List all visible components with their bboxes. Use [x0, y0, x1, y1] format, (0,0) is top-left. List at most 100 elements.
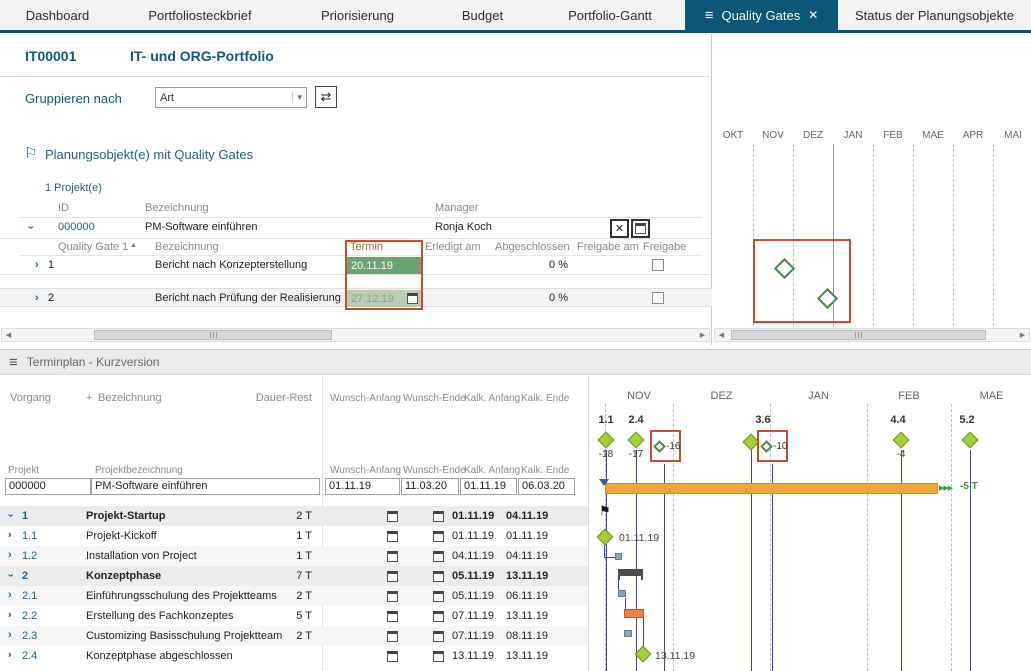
task-row[interactable]: › 1.1 Projekt-Kickoff 1 T 01.11.19 01.11…	[0, 526, 588, 546]
milestone-diamond[interactable]	[962, 432, 979, 449]
quality-gates-panel: IT00001 IT- und ORG-Portfolio Gruppieren…	[0, 34, 712, 345]
chevron-expanded-icon[interactable]: ›	[24, 226, 35, 230]
scrollbar-thumb[interactable]	[731, 330, 986, 340]
calendar-icon[interactable]	[387, 631, 398, 642]
task-number: 2.3	[22, 630, 37, 642]
tab-budget[interactable]: Budget	[430, 0, 535, 30]
tab-priorisierung[interactable]: Priorisierung	[285, 0, 430, 30]
menu-icon[interactable]: ≡	[9, 355, 18, 370]
chevron-collapsed-icon[interactable]: ›	[8, 650, 12, 661]
chevron-collapsed-icon[interactable]: ›	[8, 550, 12, 561]
month-label: OKT	[713, 130, 753, 141]
scrollbar-thumb[interactable]	[94, 330, 332, 340]
calendar-icon[interactable]	[433, 531, 444, 542]
milestone-diamond[interactable]	[760, 440, 773, 453]
milestone-diamond[interactable]	[598, 432, 615, 449]
schedule-panel-header[interactable]: ≡ Terminplan - Kurzversion	[0, 349, 1031, 375]
task-row[interactable]: › 2.4 Konzeptphase abgeschlossen 13.11.1…	[0, 646, 588, 666]
task-milestone-diamond[interactable]	[635, 646, 652, 663]
calendar-icon[interactable]	[387, 611, 398, 622]
task-row[interactable]: › 2.2 Erstellung des Fachkonzeptes 5 T 0…	[0, 606, 588, 626]
milestone-line	[664, 464, 665, 671]
col-kalk-anfang: Kalk. Anfang	[464, 465, 520, 476]
group-by-select[interactable]: Art ▾	[155, 87, 307, 108]
menu-icon[interactable]: ≡	[705, 8, 714, 23]
task-milestone-diamond[interactable]	[597, 529, 614, 546]
chevron-collapsed-icon[interactable]: ›	[8, 530, 12, 541]
milestone-value: -16	[666, 441, 680, 452]
task-row[interactable]: › 1 Projekt-Startup 2 T 01.11.19 04.11.1…	[0, 506, 588, 526]
phase-summary-bar[interactable]	[618, 569, 643, 576]
calendar-icon[interactable]	[433, 631, 444, 642]
gate-name: Bericht nach Prüfung der Realisierung	[155, 292, 341, 304]
scroll-right-icon[interactable]: ▶	[696, 330, 709, 340]
close-icon[interactable]: ✕	[808, 9, 818, 21]
col-gate-name: Bezeichnung	[155, 241, 219, 253]
task-row[interactable]: › 2.1 Einführungsschulung des Projekttea…	[0, 586, 588, 606]
schedule-panel-title: Terminplan - Kurzversion	[27, 355, 160, 369]
project-id-cell[interactable]: 000000	[5, 478, 91, 495]
chevron-expanded-icon[interactable]: ›	[4, 574, 15, 578]
calendar-icon[interactable]	[387, 591, 398, 602]
tab-status-planungsobjekte[interactable]: Status der Planungsobjekte	[838, 0, 1031, 30]
calendar-icon[interactable]	[433, 651, 444, 662]
calendar-icon[interactable]	[387, 551, 398, 562]
release-checkbox[interactable]	[652, 259, 664, 271]
task-bar[interactable]	[624, 630, 632, 637]
month-label: NOV	[605, 390, 673, 402]
tab-portfolio-gantt[interactable]: Portfolio-Gantt	[535, 0, 685, 30]
portfolio-title: IT- und ORG-Portfolio	[130, 48, 274, 64]
calc-start: 01.11.19	[452, 530, 494, 542]
task-row[interactable]: › 1.2 Installation von Project 1 T 04.11…	[0, 546, 588, 566]
horizontal-scrollbar[interactable]: ◀ ▶	[1, 328, 710, 342]
application-window: Dashboard Portfoliosteckbrief Priorisier…	[0, 0, 1031, 671]
calc-start-cell[interactable]: 01.11.19	[460, 478, 517, 495]
task-row[interactable]: › 2 Konzeptphase 7 T 05.11.19 13.11.19	[0, 566, 588, 586]
task-bar-critical[interactable]	[624, 609, 644, 618]
project-row[interactable]: › 000000 PM-Software einführen Ronja Koc…	[0, 218, 712, 239]
scroll-left-icon[interactable]: ◀	[2, 330, 15, 340]
scroll-left-icon[interactable]: ◀	[715, 330, 728, 340]
project-bar[interactable]	[605, 483, 938, 494]
calendar-icon[interactable]	[387, 531, 398, 542]
task-bar[interactable]	[618, 590, 626, 597]
milestone-diamond[interactable]	[893, 432, 910, 449]
col-wunsch-ende: Wunsch-Ende	[403, 465, 466, 476]
milestone-diamond[interactable]	[653, 440, 666, 453]
calendar-icon[interactable]	[387, 651, 398, 662]
calendar-button[interactable]	[631, 219, 650, 238]
calendar-icon[interactable]	[433, 511, 444, 522]
chevron-expanded-icon[interactable]: ›	[4, 514, 15, 518]
task-row[interactable]: › 2.3 Customizing Basisschulung Projektt…	[0, 626, 588, 646]
project-name-cell[interactable]: PM-Software einführen	[91, 478, 320, 495]
task-bar[interactable]	[615, 553, 622, 560]
req-end-cell[interactable]: 11.03.20	[401, 478, 459, 495]
calendar-icon[interactable]	[387, 571, 398, 582]
chevron-collapsed-icon[interactable]: ›	[8, 610, 12, 621]
tab-quality-gates[interactable]: ≡ Quality Gates ✕	[685, 0, 838, 30]
milestone-diamond[interactable]	[628, 432, 645, 449]
horizontal-scrollbar[interactable]: ◀ ▶	[714, 328, 1030, 342]
col-wunsch-anfang: Wunsch-Anfang	[330, 465, 401, 476]
calendar-icon[interactable]	[433, 591, 444, 602]
refresh-grouping-button[interactable]: ⇄	[315, 86, 337, 108]
chevron-collapsed-icon[interactable]: ›	[8, 630, 12, 641]
req-start-cell[interactable]: 01.11.19	[325, 478, 400, 495]
calendar-icon[interactable]	[387, 511, 398, 522]
chevron-collapsed-icon[interactable]: ›	[35, 293, 39, 304]
remove-button[interactable]: ✕	[610, 219, 629, 238]
calc-start: 01.11.19	[452, 510, 494, 522]
scroll-right-icon[interactable]: ▶	[1016, 330, 1029, 340]
sort-indicator[interactable]: 1	[122, 241, 128, 253]
chevron-down-icon: ▾	[292, 92, 302, 103]
calendar-icon[interactable]	[433, 611, 444, 622]
chevron-collapsed-icon[interactable]: ›	[35, 260, 39, 271]
release-checkbox[interactable]	[652, 292, 664, 304]
tab-portfoliosteckbrief[interactable]: Portfoliosteckbrief	[115, 0, 285, 30]
calendar-icon[interactable]	[433, 571, 444, 582]
expand-all-button[interactable]: +	[86, 392, 92, 404]
tab-dashboard[interactable]: Dashboard	[0, 0, 115, 30]
calc-end-cell[interactable]: 06.03.20	[518, 478, 575, 495]
chevron-collapsed-icon[interactable]: ›	[8, 590, 12, 601]
calendar-icon[interactable]	[433, 551, 444, 562]
